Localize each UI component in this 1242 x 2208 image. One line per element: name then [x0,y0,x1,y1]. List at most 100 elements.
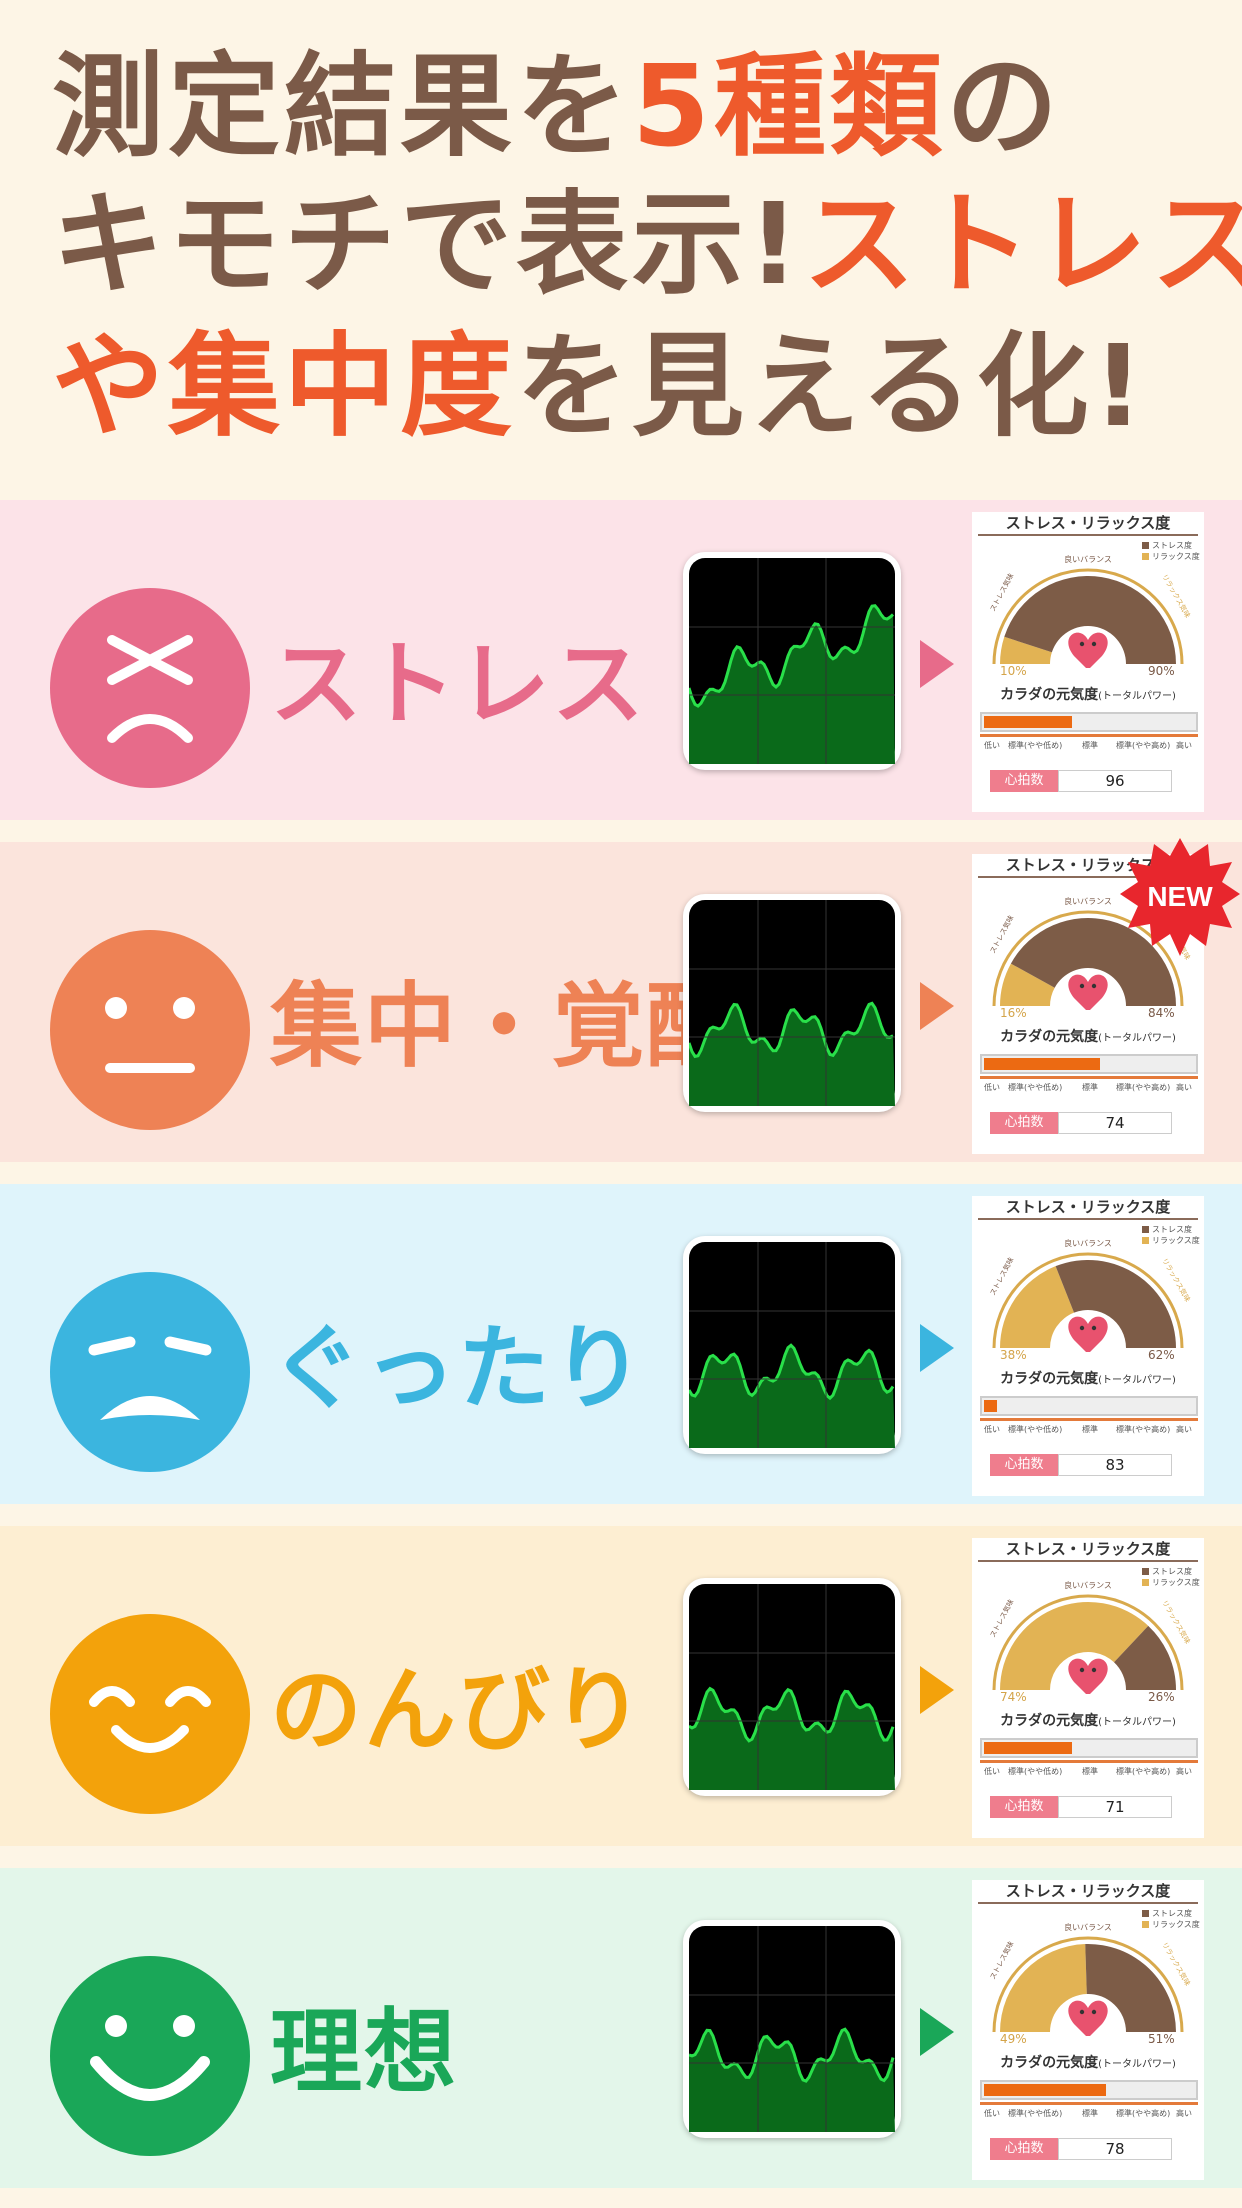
face-expression-icon [105,997,195,1073]
mood-label: ぐったり [270,1315,647,1422]
heart-rate-value: 78 [1058,2138,1172,2160]
face-expression-icon [89,1686,211,1753]
relax-percent: 10% [1000,664,1027,678]
headline-emphasis: や集中度 [52,322,516,452]
result-report: ストレス・リラックス度 ストレス度 リラックス度 良いバランス ストレス気味 リ… [972,1196,1204,1496]
good-balance-label: 良いバランス [1064,1238,1112,1248]
result-report: ストレス・リラックス度 ストレス度 リラックス度 良いバランス ストレス気味 リ… [972,1880,1204,2180]
body-power-bar [980,1054,1198,1074]
arrow-right-icon [920,1666,954,1714]
arrow-right-icon [920,1324,954,1372]
heart-rate-label: 心拍数 [990,1796,1058,1818]
headline-text: を見える化! [516,322,1148,452]
body-power-bar [980,1738,1198,1758]
body-power-title: カラダの元気度(トータルパワー) [1000,1029,1176,1045]
stress-percent: 84% [1148,1006,1175,1020]
pulse-wave-graph [689,1926,895,2132]
stress-relax-gauge: 良いバランス ストレス気味 リラックス気味 [988,1580,1192,1694]
result-report: ストレス・リラックス度 ストレス度 リラックス度 良いバランス ストレス気味 リ… [972,1538,1204,1838]
heart-rate-value: 96 [1058,770,1172,792]
stress-relax-gauge: 良いバランス ストレス気味 リラックス気味 [988,1238,1192,1352]
face-expression-icon [90,2015,210,2101]
face-expression-icon [88,1336,212,1420]
stress-percent: 90% [1148,664,1175,678]
mood-face-icon [50,588,250,788]
relax-percent: 38% [1000,1348,1027,1362]
body-power-fill [984,1400,997,1412]
body-power-scale: 低い 標準(やや低め) 標準 標準(やや高め) 高い [980,1076,1198,1093]
mood-panel: のんびり ストレス・リラックス度 ストレス度 リラックス度 良いバランス ストレ… [0,1526,1242,1846]
relax-percent: 16% [1000,1006,1027,1020]
stress-arc-label: ストレス気味 [988,1598,1016,1639]
pulse-monitor [683,1578,901,1796]
new-badge-text: NEW [1147,881,1213,912]
pulse-monitor [683,1920,901,2138]
good-balance-label: 良いバランス [1064,1580,1112,1590]
headline-line-1: 測定結果を5種類の [52,42,1062,172]
pulse-monitor [683,894,901,1112]
headline-emphasis: 5種類 [632,42,946,172]
headline-text: の [945,42,1062,172]
result-report: ストレス・リラックス度 ストレス度 リラックス度 良いバランス ストレス気味 リ… [972,512,1204,812]
stress-percent: 62% [1148,1348,1175,1362]
body-power-scale: 低い 標準(やや低め) 標準 標準(やや高め) 高い [980,1760,1198,1777]
face-expression-icon [107,635,193,743]
heart-rate-label: 心拍数 [990,1112,1058,1134]
pulse-monitor [683,1236,901,1454]
pulse-wave-graph [689,1242,895,1448]
stress-relax-title: ストレス・リラックス度 [1005,1882,1171,1900]
headline: 測定結果を5種類の キモチで表示!ストレス や集中度を見える化! [0,0,1242,490]
body-power-fill [984,1058,1100,1070]
new-badge: NEW [1120,838,1240,956]
pulse-wave-graph [689,558,895,764]
arrow-right-icon [920,982,954,1030]
headline-emphasis: ストレス [803,180,1242,310]
mood-face-icon [50,930,250,1130]
mood-panel: 理想 ストレス・リラックス度 ストレス度 リラックス度 良いバランス ストレス気… [0,1868,1242,2188]
stress-percent: 51% [1148,2032,1175,2046]
headline-line-3: や集中度を見える化! [52,322,1148,452]
stress-arc-label: ストレス気味 [988,572,1016,613]
heart-rate-value: 74 [1058,1112,1172,1134]
stress-arc-label: ストレス気味 [988,914,1016,955]
mood-panel: 集中・覚醒 ストレス・リラックス度 ストレス度 リラックス度 良いバランス スト… [0,842,1242,1162]
divider [978,1902,1198,1904]
body-power-fill [984,716,1072,728]
pulse-monitor [683,552,901,770]
body-power-title: カラダの元気度(トータルパワー) [1000,1371,1176,1387]
body-power-bar [980,2080,1198,2100]
good-balance-label: 良いバランス [1064,1922,1112,1932]
arrow-right-icon [920,2008,954,2056]
body-power-title: カラダの元気度(トータルパワー) [1000,2055,1176,2071]
stress-relax-gauge: 良いバランス ストレス気味 リラックス気味 [988,1922,1192,2036]
heart-rate-value: 71 [1058,1796,1172,1818]
stress-percent: 26% [1148,1690,1175,1704]
mood-label: ストレス [270,631,647,738]
mood-face-icon [50,1614,250,1814]
stress-arc-label: ストレス気味 [988,1940,1016,1981]
heart-rate-label: 心拍数 [990,2138,1058,2160]
body-power-bar [980,712,1198,732]
headline-line-2: キモチで表示!ストレス [52,180,1242,310]
stress-relax-title: ストレス・リラックス度 [1005,1540,1171,1558]
mood-panel: ストレス ストレス・リラックス度 ストレス度 リラックス度 良いバランス ストレ… [0,500,1242,820]
mood-label: のんびり [270,1657,647,1764]
good-balance-label: 良いバランス [1064,896,1112,906]
divider [978,1218,1198,1220]
body-power-fill [984,2084,1106,2096]
body-power-scale: 低い 標準(やや低め) 標準 標準(やや高め) 高い [980,1418,1198,1435]
stress-relax-title: ストレス・リラックス度 [1005,1198,1171,1216]
body-power-fill [984,1742,1072,1754]
body-power-title: カラダの元気度(トータルパワー) [1000,687,1176,703]
divider [978,534,1198,536]
pulse-wave-graph [689,900,895,1106]
stress-arc-label: ストレス気味 [988,1256,1016,1297]
headline-text: キモチで表示! [52,180,804,310]
pulse-wave-graph [689,1584,895,1790]
body-power-scale: 低い 標準(やや低め) 標準 標準(やや高め) 高い [980,734,1198,751]
body-power-title: カラダの元気度(トータルパワー) [1000,1713,1176,1729]
mood-label: 集中・覚醒 [270,973,741,1080]
body-power-scale: 低い 標準(やや低め) 標準 標準(やや高め) 高い [980,2102,1198,2119]
divider [978,1560,1198,1562]
relax-percent: 49% [1000,2032,1027,2046]
